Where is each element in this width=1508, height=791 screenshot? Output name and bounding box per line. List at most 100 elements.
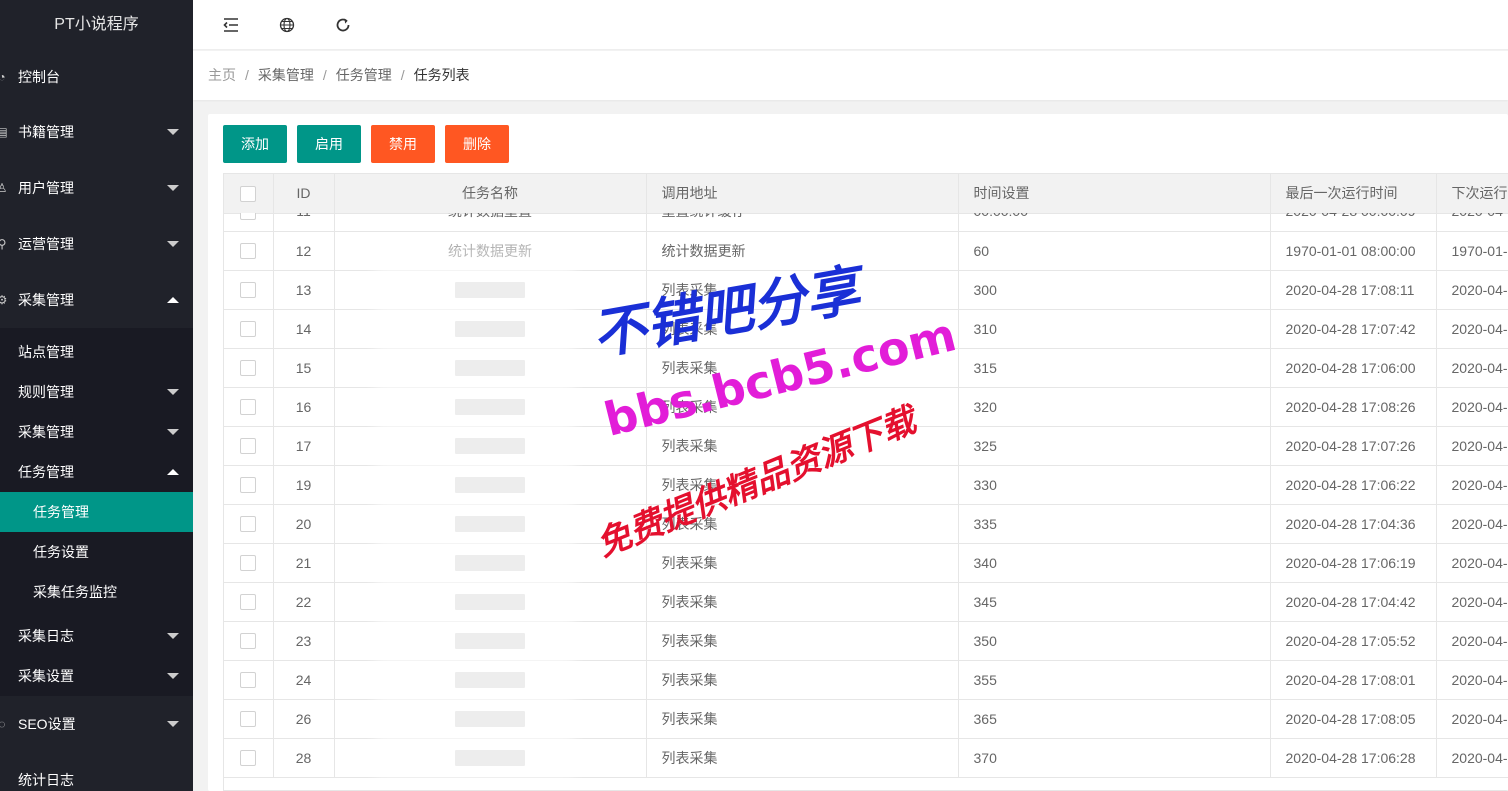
chevron-down-icon	[167, 673, 179, 679]
row-checkbox[interactable]	[240, 321, 257, 338]
add-button[interactable]: 添加	[223, 125, 287, 163]
cell-id: 16	[273, 387, 335, 427]
cell-next-run: 1970-01-	[1436, 231, 1508, 271]
redacted-text	[455, 516, 525, 533]
select-all-checkbox[interactable]	[240, 185, 257, 202]
sidebar-item-collect-manage[interactable]: 采集管理	[0, 412, 193, 452]
row-checkbox-cell	[224, 348, 274, 388]
table-row[interactable]: 13 列表采集 300 2020-04-28 17:08:11 2020-04-	[224, 270, 1508, 310]
cell-addr: 列表采集	[646, 699, 959, 739]
table-row[interactable]: 21 列表采集 340 2020-04-28 17:06:19 2020-04-	[224, 543, 1508, 583]
row-checkbox[interactable]	[240, 516, 257, 533]
chevron-down-icon	[167, 429, 179, 435]
row-checkbox[interactable]	[240, 555, 257, 572]
row-checkbox[interactable]	[240, 477, 257, 494]
row-checkbox[interactable]	[240, 672, 257, 689]
table-row[interactable]: 17 列表采集 325 2020-04-28 17:07:26 2020-04-	[224, 426, 1508, 466]
sidebar-item-users[interactable]: ♙ 用户管理	[0, 160, 193, 216]
table-row[interactable]: 22 列表采集 345 2020-04-28 17:04:42 2020-04-	[224, 582, 1508, 622]
refresh-icon[interactable]	[331, 13, 355, 37]
cell-last-run: 2020-04-28 17:08:11	[1270, 270, 1437, 310]
row-checkbox[interactable]	[240, 711, 257, 728]
row-checkbox[interactable]	[240, 213, 257, 220]
redacted-text	[455, 438, 525, 455]
cell-last-run: 2020-04-28 17:05:52	[1270, 621, 1437, 661]
column-header-addr[interactable]: 调用地址	[646, 174, 959, 214]
row-checkbox[interactable]	[240, 282, 257, 299]
table-row[interactable]: 15 列表采集 315 2020-04-28 17:06:00 2020-04-	[224, 348, 1508, 388]
row-checkbox[interactable]	[240, 633, 257, 650]
table-row[interactable]: 26 列表采集 365 2020-04-28 17:08:05 2020-04-	[224, 699, 1508, 739]
breadcrumb-home[interactable]: 主页	[208, 67, 236, 83]
column-header-last-run[interactable]: 最后一次运行时间	[1270, 174, 1437, 214]
breadcrumb-item[interactable]: 任务管理	[336, 67, 392, 83]
sidebar-item-stats-log[interactable]: 统计日志	[0, 752, 193, 791]
chevron-up-icon	[167, 297, 179, 303]
cell-addr: 列表采集	[646, 348, 959, 388]
sidebar-item-tasks[interactable]: 任务管理	[0, 452, 193, 492]
cell-next-run: 2020-04-	[1436, 426, 1508, 466]
column-header-next-run[interactable]: 下次运行	[1436, 174, 1508, 214]
sidebar-item-books[interactable]: ▤ 书籍管理	[0, 104, 193, 160]
sidebar-item-seo[interactable]: ◌ SEO设置	[0, 696, 193, 752]
sidebar-item-operations[interactable]: ⚲ 运营管理	[0, 216, 193, 272]
row-checkbox[interactable]	[240, 594, 257, 611]
column-header-id[interactable]: ID	[273, 174, 335, 214]
sidebar-item-rules[interactable]: 规则管理	[0, 372, 193, 412]
table-row[interactable]: 23 列表采集 350 2020-04-28 17:05:52 2020-04-	[224, 621, 1508, 661]
sidebar-item-collect-log[interactable]: 采集日志	[0, 616, 193, 656]
disable-button[interactable]: 禁用	[371, 125, 435, 163]
operations-icon: ⚲	[0, 237, 7, 251]
column-header-name[interactable]: 任务名称	[334, 174, 647, 214]
menu-fold-icon[interactable]	[219, 13, 243, 37]
select-all-cell	[224, 174, 274, 214]
sidebar-item-label: 采集管理	[18, 424, 74, 440]
row-checkbox-cell	[224, 699, 274, 739]
sidebar-item-collect[interactable]: ⚙ 采集管理	[0, 272, 193, 328]
row-checkbox[interactable]	[240, 750, 257, 767]
cell-time: 00:00:00	[958, 213, 1271, 232]
sidebar-item-label: 任务管理	[18, 464, 74, 480]
sidebar-item-task-settings[interactable]: 任务设置	[0, 532, 193, 572]
breadcrumb-separator: /	[400, 67, 405, 83]
sidebar-item-label: 采集日志	[18, 628, 74, 644]
cell-name	[334, 348, 647, 388]
cell-addr: 列表采集	[646, 504, 959, 544]
cell-addr: 列表采集	[646, 543, 959, 583]
sidebar-item-dashboard[interactable]: ◔ 控制台	[0, 50, 193, 104]
sidebar-item-task-monitor[interactable]: 采集任务监控	[0, 572, 193, 612]
sidebar-item-collect-settings[interactable]: 采集设置	[0, 656, 193, 696]
cell-name: 统计数据更新	[334, 231, 647, 271]
cell-last-run: 2020-04-28 17:08:01	[1270, 660, 1437, 700]
globe-icon[interactable]	[275, 13, 299, 37]
sidebar-item-label: 控制台	[18, 69, 60, 85]
table-row[interactable]: 11统计数据重置重置统计缓存00:00:002020-04-28 00:00:0…	[224, 213, 1508, 232]
row-checkbox-cell	[224, 426, 274, 466]
cell-addr: 列表采集	[646, 387, 959, 427]
table-row[interactable]: 20 列表采集 335 2020-04-28 17:04:36 2020-04-	[224, 504, 1508, 544]
row-checkbox[interactable]	[240, 360, 257, 377]
table-row[interactable]: 19 列表采集 330 2020-04-28 17:06:22 2020-04-	[224, 465, 1508, 505]
cell-id: 17	[273, 426, 335, 466]
table-row[interactable]: 12 统计数据更新 统计数据更新 60 1970-01-01 08:00:00 1970-…	[224, 231, 1508, 271]
table-row[interactable]: 16 列表采集 320 2020-04-28 17:08:26 2020-04-	[224, 387, 1508, 427]
row-checkbox-cell	[224, 543, 274, 583]
redacted-text	[455, 321, 525, 338]
cell-last-run: 2020-04-28 00:00:09	[1270, 213, 1437, 232]
table-row[interactable]: 14 列表采集 310 2020-04-28 17:07:42 2020-04-	[224, 309, 1508, 349]
row-checkbox[interactable]	[240, 243, 257, 260]
table-row[interactable]: 28 列表采集 370 2020-04-28 17:06:28 2020-04-	[224, 738, 1508, 778]
sidebar-item-sites[interactable]: 站点管理	[0, 332, 193, 372]
cell-addr: 列表采集	[646, 621, 959, 661]
sidebar-item-task-manage[interactable]: 任务管理	[0, 492, 193, 532]
breadcrumb-item[interactable]: 采集管理	[258, 67, 314, 83]
table-row[interactable]: 24 列表采集 355 2020-04-28 17:08:01 2020-04-	[224, 660, 1508, 700]
column-header-time[interactable]: 时间设置	[958, 174, 1271, 214]
row-checkbox[interactable]	[240, 438, 257, 455]
cell-next-run: 2020-04-	[1436, 387, 1508, 427]
row-checkbox[interactable]	[240, 399, 257, 416]
cell-name: 统计数据重置	[334, 213, 647, 232]
cell-name	[334, 387, 647, 427]
enable-button[interactable]: 启用	[297, 125, 361, 163]
delete-button[interactable]: 删除	[445, 125, 509, 163]
